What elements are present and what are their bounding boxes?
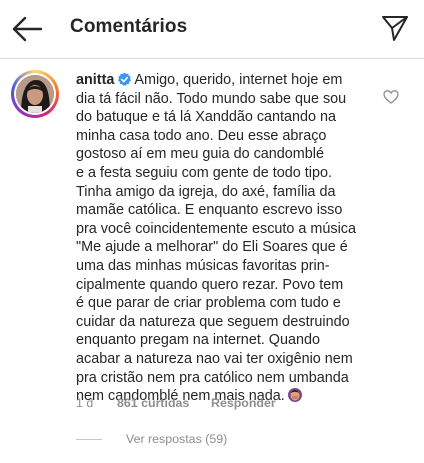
comment-line: "Me ajude a melhorar" do Eli Soares que …: [76, 239, 348, 256]
comment-username[interactable]: anitta: [76, 72, 114, 88]
comment-line: minha casa todo ano. Deu esse abraço: [76, 127, 327, 144]
heart-outline-icon[interactable]: [383, 89, 399, 105]
comment-line: e a festa seguiu com gente de todo tipo.: [76, 164, 333, 181]
comment-line: mamãe católica. E enquanto escrevo isso: [76, 202, 343, 219]
divider: [76, 439, 102, 440]
comment-line: Tinha amigo da igreja, do axé, família d…: [76, 183, 336, 200]
page-title: Comentários: [70, 16, 188, 37]
woman-facepalming-emoji: [287, 388, 302, 403]
comment-line: pra cristão nem pra católico nem umbanda: [76, 369, 349, 386]
arrow-left-icon: [12, 16, 43, 42]
top-bar: Comentários: [0, 0, 424, 59]
avatar-photo: [16, 75, 54, 113]
avatar[interactable]: [16, 75, 54, 113]
comment-line: Amigo, querido, internet hoje em: [134, 72, 343, 88]
comment-line: pra você coincidentemente escuto a músic…: [76, 220, 356, 237]
verified-badge-icon: [118, 72, 132, 86]
comment-line: gostoso aí em meu guia do candomblé: [76, 146, 324, 163]
comment-line: cipalmente quando quero rezar. Povo tem: [76, 276, 344, 293]
comment-line: dia tá fácil não. Todo mundo sabe que so…: [76, 90, 347, 107]
comment-age: 1 d: [76, 396, 94, 410]
comment-line: cuidar da natureza que seguem destruindo: [76, 313, 350, 330]
paper-plane-icon: [382, 16, 408, 41]
comment-line: é que parar de criar problema com tudo e: [76, 295, 341, 312]
share-button[interactable]: [380, 13, 410, 43]
view-replies-label: Ver respostas (59): [126, 432, 228, 446]
likes-count[interactable]: 861 curtidas: [117, 396, 189, 410]
comment-line: acabar a natureza nao vai ter oxigênio n…: [76, 350, 353, 367]
comment-line: do batuque e tá lá Xanddão cantando na: [76, 109, 337, 126]
comment-line: uma das minhas músicas favoritas prin-: [76, 257, 330, 274]
story-ring[interactable]: [11, 70, 59, 118]
reply-button[interactable]: Responder: [211, 396, 276, 410]
comment-body: anitta Amigo, querido, internet hoje em …: [76, 71, 376, 406]
comment-line: enquanto pregam na internet. Quando: [76, 332, 321, 349]
back-button[interactable]: [10, 14, 44, 44]
